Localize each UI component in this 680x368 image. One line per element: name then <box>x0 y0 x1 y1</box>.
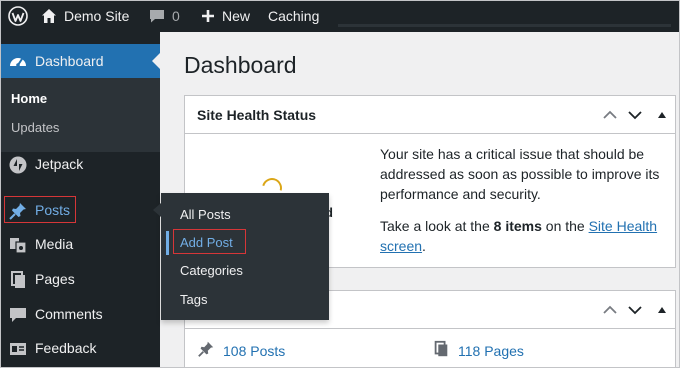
flyout-item-tags[interactable]: Tags <box>180 292 207 307</box>
pushpin-icon <box>197 340 215 361</box>
site-name: Demo Site <box>64 8 130 24</box>
collapse-toggle-icon[interactable] <box>655 303 669 317</box>
caching-label: Caching <box>268 8 320 24</box>
move-up-icon[interactable] <box>603 108 617 122</box>
feedback-icon <box>8 339 28 359</box>
sidebar-item-label: Jetpack <box>35 156 84 172</box>
on-the-text: on the <box>541 218 589 234</box>
glance-pages[interactable]: 118 Pages <box>432 340 524 361</box>
page-title: Dashboard <box>184 52 297 78</box>
pages-icon <box>8 270 28 290</box>
sidebar-item-label: Dashboard <box>35 53 104 69</box>
sidebar-item-label: Pages <box>35 271 75 287</box>
wordpress-logo-menu[interactable] <box>8 0 28 32</box>
sidebar-item-media[interactable]: Media <box>0 227 160 261</box>
widget-header: Site Health Status <box>185 96 675 134</box>
posts-flyout-submenu: All Posts Add Post Categories Tags <box>161 193 329 320</box>
new-label: New <box>222 8 251 24</box>
site-name-menu[interactable]: Demo Site <box>40 0 129 32</box>
comments-count: 0 <box>172 8 180 24</box>
comments-menu[interactable]: 0 <box>148 0 180 32</box>
move-down-icon[interactable] <box>628 108 642 122</box>
admin-bar: Demo Site 0 New Caching <box>0 0 680 32</box>
period-text: . <box>422 238 426 254</box>
glance-posts[interactable]: 108 Posts <box>197 340 285 361</box>
gauge-icon <box>8 52 28 72</box>
comment-bubble-icon <box>148 7 166 25</box>
sidebar-item-label: Media <box>35 236 74 252</box>
comment-bubble-icon <box>8 305 28 325</box>
sidebar-item-dashboard[interactable]: Dashboard <box>0 44 160 78</box>
posts-highlight-box <box>4 196 76 223</box>
submenu-item-updates[interactable]: Updates <box>11 120 59 135</box>
jetpack-bolt-icon <box>8 155 28 175</box>
collapse-toggle-icon[interactable] <box>655 108 669 122</box>
sidebar-item-label: Feedback <box>35 340 97 356</box>
sidebar-item-comments[interactable]: Comments <box>0 297 160 331</box>
dashboard-submenu <box>0 78 160 152</box>
health-message: Your site has a critical issue that shou… <box>380 146 660 202</box>
sidebar-item-pages[interactable]: Pages <box>0 262 160 296</box>
move-up-icon[interactable] <box>603 303 617 317</box>
move-down-icon[interactable] <box>628 303 642 317</box>
wordpress-icon <box>8 6 28 26</box>
sidebar-item-label: Comments <box>35 306 103 322</box>
flyout-item-categories[interactable]: Categories <box>180 263 243 278</box>
posts-count-link[interactable]: 108 Posts <box>223 343 285 359</box>
flyout-item-all-posts[interactable]: All Posts <box>180 207 231 222</box>
sidebar-item-feedback[interactable]: Feedback <box>0 331 160 365</box>
new-content-menu[interactable]: New <box>200 0 250 32</box>
media-icon <box>8 235 28 255</box>
widget-title: Site Health Status <box>197 107 317 123</box>
home-icon <box>40 7 58 25</box>
flyout-current-indicator <box>166 231 169 255</box>
pages-icon <box>432 340 450 361</box>
take-look-text: Take a look at the <box>380 218 494 234</box>
plus-icon <box>200 8 216 24</box>
flyout-pointer <box>153 203 161 217</box>
sidebar-item-jetpack[interactable]: Jetpack <box>0 147 160 181</box>
items-count: 8 items <box>493 218 542 234</box>
admin-bar-divider <box>338 24 671 27</box>
health-action-text: Take a look at the 8 items on the Site H… <box>380 216 665 256</box>
submenu-item-home[interactable]: Home <box>11 91 47 106</box>
pages-count-link[interactable]: 118 Pages <box>458 343 524 359</box>
caching-menu[interactable]: Caching <box>268 0 319 32</box>
add-post-highlight-box <box>173 229 246 254</box>
